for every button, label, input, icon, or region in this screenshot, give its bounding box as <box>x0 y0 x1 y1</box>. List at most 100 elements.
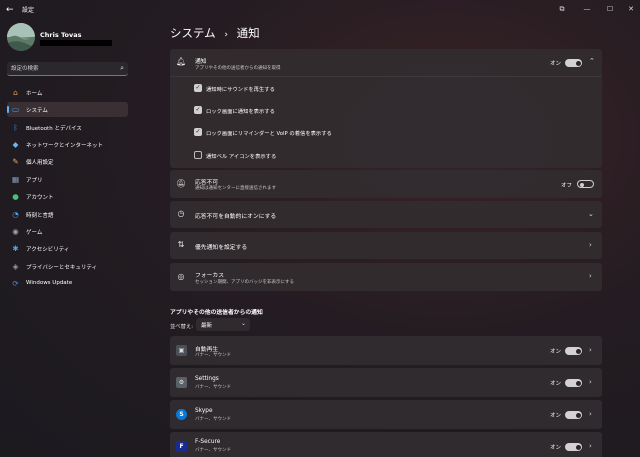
breadcrumb-parent[interactable]: システム <box>170 26 216 40</box>
checkbox-checked[interactable]: ✓ <box>194 84 202 92</box>
system-icon: ▭ <box>11 105 20 114</box>
chevron-down-icon[interactable]: ⌄ <box>588 210 594 218</box>
checkbox-unchecked[interactable] <box>194 151 202 159</box>
notifications-title: 通知 <box>195 59 207 65</box>
app-name: Skype <box>195 408 213 414</box>
app-sub: バナー、サウンド <box>195 417 231 422</box>
chevron-up-icon[interactable]: ⌃ <box>589 57 595 65</box>
sidebar-item-windows-update[interactable]: ⟳ Windows Update <box>7 276 128 291</box>
sidebar-item-label: ネットワークとインターネット <box>26 143 104 149</box>
sidebar-item-label: システム <box>26 108 48 114</box>
sidebar-item-label: 時刻と言語 <box>26 213 54 219</box>
gaming-icon: ◉ <box>12 227 19 236</box>
sidebar-item-label: アクセシビリティ <box>26 247 70 253</box>
sidebar-item-time-language[interactable]: ◔ 時刻と言語 <box>7 207 128 222</box>
search-input[interactable] <box>11 64 111 74</box>
page-title: システム › 通知 <box>170 25 260 41</box>
profile-name: Chris Tovas <box>40 31 82 39</box>
sidebar-item-label: ホーム <box>26 91 43 97</box>
section-title: アプリやその他の送信者からの通知 <box>170 310 263 316</box>
back-button[interactable]: ← <box>6 4 20 16</box>
notifications-toggle-label: オン <box>550 61 562 67</box>
settings-search[interactable]: ⌕ <box>7 62 128 76</box>
app-toggle-label: オン <box>550 349 562 355</box>
chevron-right-icon[interactable]: › <box>589 410 592 418</box>
app-name: Settings <box>195 376 219 382</box>
option-label: ロック画面に通知を表示する <box>206 109 275 115</box>
settings-window: ← 設定 ⧉ — ☐ ✕ Chris Tovas ⌕ ⌂ ホーム ▭ システム … <box>0 0 640 457</box>
sidebar-item-apps[interactable]: ▦ アプリ <box>7 172 128 187</box>
chevron-right-icon[interactable]: › <box>589 272 592 280</box>
app-title: 設定 <box>22 7 35 14</box>
search-icon[interactable]: ⌕ <box>120 64 124 73</box>
maximize-button[interactable]: ☐ <box>603 3 617 15</box>
app-toggle-label: オン <box>550 445 562 451</box>
app-toggle[interactable] <box>565 443 582 451</box>
sidebar-item-network[interactable]: ◆ ネットワークとインターネット <box>7 137 128 152</box>
checkbox-checked[interactable]: ✓ <box>194 128 202 136</box>
sidebar-item-system[interactable]: ▭ システム <box>7 102 128 117</box>
sidebar-item-label: Bluetooth とデバイス <box>26 126 82 132</box>
clock-language-icon: ◔ <box>12 210 19 219</box>
accessibility-icon: ✱ <box>12 244 19 253</box>
dnd-subtitle: 通知は通知センターに直接送信されます <box>195 186 276 191</box>
sidebar-item-gaming[interactable]: ◉ ゲーム <box>7 224 128 239</box>
sidebar-item-label: 個人用設定 <box>26 160 54 166</box>
sidebar-item-bluetooth[interactable]: ᛒ Bluetooth とデバイス <box>7 120 128 135</box>
snap-icon[interactable]: ⧉ <box>555 3 569 15</box>
notifications-header[interactable]: 🔔︎ 通知 アプリやその他の送信者からの通知を取得 オン ⌃ <box>170 49 602 76</box>
skype-icon: S <box>176 409 187 420</box>
clock-icon: ◷ <box>177 209 185 218</box>
dnd-toggle-label: オフ <box>561 183 573 189</box>
dnd-card[interactable]: 🔕︎ 応答不可 通知は通知センターに直接送信されます オフ <box>170 170 602 198</box>
bell-icon: 🔔︎ <box>176 57 187 66</box>
app-name: F-Secure <box>195 439 221 445</box>
sort-dropdown[interactable]: 最新 ⌄ <box>196 318 250 331</box>
app-row-settings[interactable]: ⚙ Settings バナー、サウンド オン › <box>170 368 602 397</box>
app-row-autoplay[interactable]: ▣ 自動再生 バナー、サウンド オン › <box>170 336 602 365</box>
chevron-right-icon[interactable]: › <box>589 241 592 249</box>
chevron-right-icon[interactable]: › <box>589 378 592 386</box>
sidebar-item-home[interactable]: ⌂ ホーム <box>7 85 128 100</box>
priority-sort-icon: ⇅ <box>177 240 185 249</box>
priority-title: 優先通知を設定する <box>195 245 248 251</box>
windows-update-icon: ⟳ <box>12 279 19 288</box>
sidebar-item-accounts[interactable]: ● アカウント <box>7 189 128 204</box>
settings-gear-icon: ⚙ <box>176 377 187 388</box>
focus-card[interactable]: ◎ フォーカス セッション期間、アプリのバッジを非表示にする › <box>170 263 602 291</box>
divider <box>170 76 602 77</box>
app-toggle-label: オン <box>550 413 562 419</box>
dnd-toggle[interactable] <box>577 180 594 188</box>
auto-dnd-card[interactable]: ◷ 応答不可を自動的にオンにする ⌄ <box>170 201 602 228</box>
sidebar-item-privacy[interactable]: ◈ プライバシーとセキュリティ <box>7 259 128 274</box>
network-icon: ◆ <box>12 140 19 149</box>
app-sub: バナー、サウンド <box>195 448 231 453</box>
option-label: 通知時にサウンドを再生する <box>206 87 275 93</box>
chevron-right-icon[interactable]: › <box>589 442 592 450</box>
profile-email-redacted <box>40 40 112 46</box>
option-label: ロック画面にリマインダーと VoIP の着信を表示する <box>206 131 332 137</box>
sidebar-item-label: アカウント <box>26 195 54 201</box>
app-sub: バナー、サウンド <box>195 385 231 390</box>
app-toggle[interactable] <box>565 347 582 355</box>
autoplay-icon: ▣ <box>176 345 187 356</box>
avatar[interactable] <box>7 23 35 51</box>
focus-icon: ◎ <box>177 272 185 281</box>
sidebar-item-label: ゲーム <box>26 230 43 236</box>
sidebar-item-accessibility[interactable]: ✱ アクセシビリティ <box>7 241 128 256</box>
sidebar-item-personalization[interactable]: ✎ 個人用設定 <box>7 154 128 169</box>
app-toggle[interactable] <box>565 379 582 387</box>
close-button[interactable]: ✕ <box>624 3 638 15</box>
minimize-button[interactable]: — <box>580 3 594 15</box>
app-toggle[interactable] <box>565 411 582 419</box>
priority-card[interactable]: ⇅ 優先通知を設定する › <box>170 232 602 259</box>
focus-title: フォーカス <box>195 273 224 279</box>
sort-value: 最新 <box>201 323 213 329</box>
checkbox-checked[interactable]: ✓ <box>194 106 202 114</box>
app-row-skype[interactable]: S Skype バナー、サウンド オン › <box>170 400 602 429</box>
app-row-fsecure[interactable]: F F-Secure バナー、サウンド オン › <box>170 432 602 457</box>
app-toggle-label: オン <box>550 381 562 387</box>
chevron-right-icon[interactable]: › <box>589 346 592 354</box>
sort-label: 並べ替え: <box>170 324 193 330</box>
notifications-toggle[interactable] <box>565 59 582 67</box>
